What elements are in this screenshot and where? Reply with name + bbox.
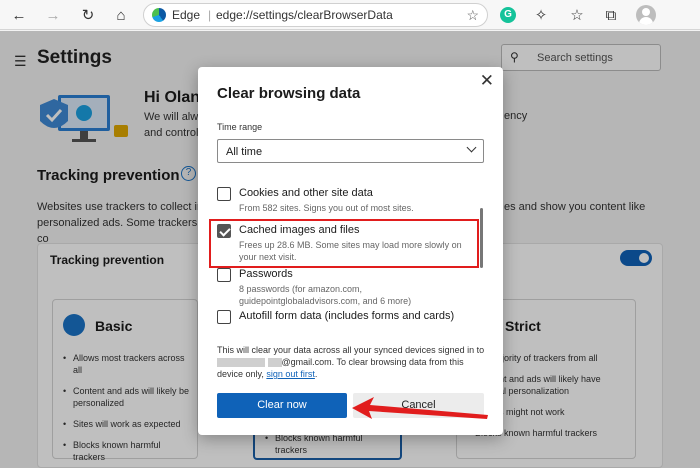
- option-title: Cookies and other site data: [239, 187, 373, 199]
- checkbox-passwords[interactable]: [217, 268, 231, 282]
- dialog-scrollbar[interactable]: [480, 208, 483, 268]
- email-domain: @gmail.com: [281, 357, 332, 367]
- sign-out-link[interactable]: sign out first: [266, 369, 315, 379]
- back-icon[interactable]: ←: [8, 4, 30, 26]
- chevron-down-icon: [466, 142, 477, 153]
- checkbox-cookies[interactable]: [217, 187, 231, 201]
- home-icon[interactable]: ⌂: [110, 4, 132, 26]
- sync-notice: This will clear your data across all you…: [217, 344, 487, 380]
- browser-toolbar: ← → ↻ ⌂ Edge | edge://settings/clearBrow…: [0, 0, 700, 30]
- close-icon[interactable]: ✕: [480, 71, 494, 91]
- address-bar[interactable]: Edge | edge://settings/clearBrowserData …: [143, 3, 488, 27]
- address-url[interactable]: edge://settings/clearBrowserData: [216, 4, 393, 26]
- red-arrow-icon: [352, 397, 488, 419]
- redacted-email: [217, 358, 265, 368]
- time-range-value: All time: [226, 146, 263, 158]
- option-subtitle: 8 passwords (for amazon.com, guidepointg…: [239, 284, 412, 306]
- checkbox-autofill[interactable]: [217, 310, 231, 324]
- forward-icon[interactable]: →: [42, 4, 64, 26]
- redacted-email: [267, 358, 282, 368]
- option-subtitle: From 582 sites. Signs you out of most si…: [239, 203, 414, 213]
- highlight-box: [209, 219, 479, 268]
- sync-notice-text: This will clear your data across all you…: [217, 345, 485, 355]
- favorite-icon[interactable]: ☆: [466, 4, 479, 26]
- grammarly-icon[interactable]: G: [500, 7, 516, 23]
- refresh-icon[interactable]: ↻: [77, 4, 99, 26]
- favorites-icon[interactable]: ☆: [566, 4, 588, 26]
- edge-logo-icon: [152, 8, 166, 22]
- sync-notice-end: .: [314, 369, 318, 379]
- time-range-label: Time range: [217, 122, 263, 132]
- dialog-title: Clear browsing data: [217, 85, 361, 102]
- time-range-select[interactable]: All time: [217, 139, 484, 163]
- address-brand: Edge: [172, 8, 201, 22]
- collections-icon[interactable]: ⧉: [600, 4, 622, 26]
- option-title: Autofill form data (includes forms and c…: [239, 310, 455, 322]
- profile-icon[interactable]: [636, 5, 656, 25]
- option-title: Passwords: [239, 268, 293, 280]
- address-separator: |: [208, 8, 212, 22]
- extensions-icon[interactable]: ✧: [530, 4, 552, 26]
- clear-now-button[interactable]: Clear now: [217, 393, 347, 418]
